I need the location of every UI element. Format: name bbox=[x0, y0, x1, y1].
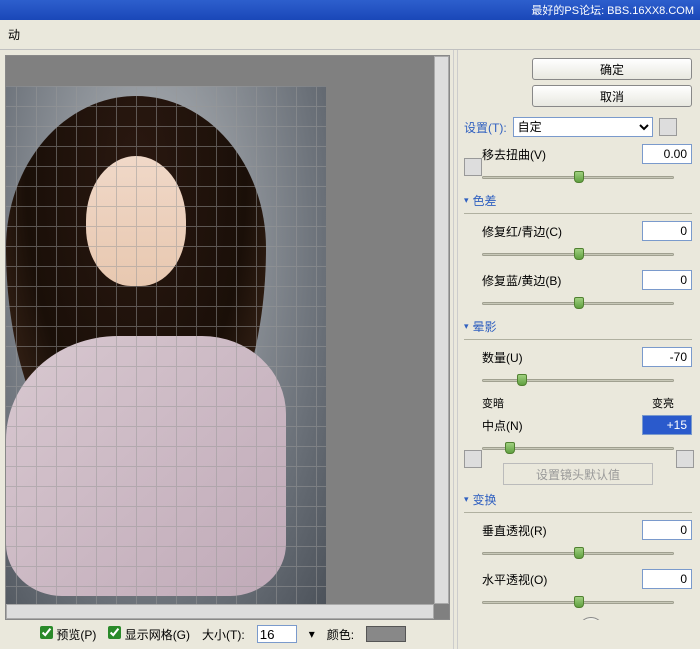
angle-dial[interactable] bbox=[578, 617, 604, 620]
horizontal-scrollbar[interactable] bbox=[6, 604, 434, 619]
horizontal-perspective-slider[interactable] bbox=[482, 593, 674, 611]
show-grid-checkbox[interactable] bbox=[108, 626, 121, 639]
remove-distortion-label: 移去扭曲(V) bbox=[482, 146, 572, 163]
preview-checkbox[interactable] bbox=[40, 626, 53, 639]
vignette-midpoint-slider[interactable] bbox=[482, 439, 674, 457]
vignette-header[interactable]: 晕影 bbox=[464, 318, 692, 335]
horizontal-perspective-input[interactable] bbox=[642, 569, 692, 589]
grid-overlay bbox=[5, 86, 326, 616]
blue-yellow-slider[interactable] bbox=[482, 294, 674, 312]
watermark-text: 最好的PS论坛: BBS.16XX8.COM bbox=[531, 2, 694, 18]
blue-yellow-label: 修复蓝/黄边(B) bbox=[482, 272, 572, 289]
settings-select[interactable]: 自定 bbox=[513, 117, 653, 137]
vertical-scrollbar[interactable] bbox=[434, 56, 449, 604]
vignette-amount-input[interactable] bbox=[642, 347, 692, 367]
title-bar: 最好的PS论坛: BBS.16XX8.COM bbox=[0, 0, 700, 20]
grid-size-input[interactable] bbox=[257, 625, 297, 643]
red-cyan-label: 修复红/青边(C) bbox=[482, 223, 572, 240]
show-grid-checkbox-label[interactable]: 显示网格(G) bbox=[108, 626, 190, 643]
preview-checkbox-label[interactable]: 预览(P) bbox=[40, 626, 96, 643]
grid-size-label: 大小(T): bbox=[202, 626, 245, 643]
panel-divider[interactable] bbox=[453, 50, 458, 649]
perspective-left-icon bbox=[464, 450, 482, 468]
horizontal-perspective-label: 水平透视(O) bbox=[482, 571, 572, 588]
cancel-button[interactable]: 取消 bbox=[532, 85, 692, 107]
bottom-options-bar: 预览(P) 显示网格(G) 大小(T): ▾ 颜色: bbox=[40, 625, 406, 643]
preview-image bbox=[5, 86, 326, 616]
perspective-right-icon bbox=[676, 450, 694, 468]
vignette-light-label: 变亮 bbox=[652, 395, 674, 411]
ok-button[interactable]: 确定 bbox=[532, 58, 692, 80]
remove-distortion-slider[interactable] bbox=[482, 168, 674, 186]
vertical-perspective-input[interactable] bbox=[642, 520, 692, 540]
chromatic-header[interactable]: 色差 bbox=[464, 192, 692, 209]
distortion-icon bbox=[464, 158, 482, 176]
settings-menu-icon[interactable] bbox=[659, 118, 677, 136]
red-cyan-slider[interactable] bbox=[482, 245, 674, 263]
vignette-midpoint-label: 中点(N) bbox=[482, 417, 572, 434]
red-cyan-input[interactable] bbox=[642, 221, 692, 241]
vignette-midpoint-input[interactable] bbox=[642, 415, 692, 435]
vignette-dark-label: 变暗 bbox=[482, 395, 504, 411]
grid-size-stepper-icon[interactable]: ▾ bbox=[309, 627, 315, 641]
vertical-perspective-label: 垂直透视(R) bbox=[482, 522, 572, 539]
settings-label: 设置(T): bbox=[464, 119, 507, 136]
grid-color-label: 颜色: bbox=[327, 626, 354, 643]
transform-header[interactable]: 变换 bbox=[464, 491, 692, 508]
remove-distortion-input[interactable] bbox=[642, 144, 692, 164]
blue-yellow-input[interactable] bbox=[642, 270, 692, 290]
top-toolbar: 动 bbox=[0, 20, 700, 50]
grid-color-swatch[interactable] bbox=[366, 626, 406, 642]
vignette-amount-slider[interactable] bbox=[482, 371, 674, 389]
vignette-amount-label: 数量(U) bbox=[482, 349, 572, 366]
toolbar-label: 动 bbox=[8, 26, 20, 43]
set-default-button: 设置镜头默认值 bbox=[503, 463, 653, 485]
canvas-preview[interactable] bbox=[5, 55, 450, 620]
settings-panel: 确定 取消 设置(T): 自定 移去扭曲(V) 色差 修复红/青边(C) 修复 bbox=[450, 50, 700, 620]
vertical-perspective-slider[interactable] bbox=[482, 544, 674, 562]
